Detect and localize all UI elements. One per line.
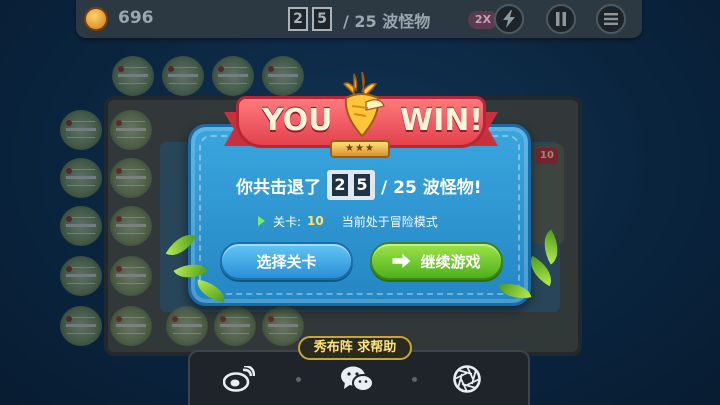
- you-label: YOU: [262, 103, 333, 138]
- lightning-icon[interactable]: [494, 4, 524, 34]
- mode-text: 当前处于冒险模式: [341, 214, 438, 229]
- weibo-icon[interactable]: [222, 364, 256, 394]
- separator-dot: [296, 377, 301, 382]
- wechat-icon[interactable]: [340, 364, 374, 394]
- level-info: 关卡: 10 当前处于冒险模式: [258, 212, 438, 230]
- separator-dot: [412, 377, 417, 382]
- level-label: 关卡:: [273, 214, 302, 229]
- wave-digit: 2: [288, 7, 308, 31]
- carrot-coin-icon: [84, 7, 108, 31]
- camera-aperture-icon[interactable]: [450, 364, 484, 394]
- wave-total: / 25 波怪物: [343, 12, 431, 31]
- defeated-digit: 2: [330, 172, 350, 198]
- share-title: 秀布阵 求帮助: [298, 336, 412, 360]
- defeated-suffix: / 25 波怪物!: [381, 177, 482, 198]
- select-level-label: 选择关卡: [256, 252, 317, 271]
- arrow-right-icon: [392, 254, 411, 268]
- win-label: WIN!: [400, 103, 484, 138]
- select-level-button[interactable]: 选择关卡: [220, 242, 353, 280]
- menu-icon[interactable]: [596, 4, 626, 34]
- defeated-counter: 2 5: [327, 170, 375, 200]
- defeated-summary: 你共击退了 2 5 / 25 波怪物!: [236, 170, 516, 200]
- continue-game-button[interactable]: 继续游戏: [370, 242, 503, 280]
- continue-game-label: 继续游戏: [420, 252, 481, 271]
- golden-carrot-trophy-icon: [342, 72, 385, 138]
- play-arrow-icon: [258, 216, 265, 226]
- star-rating: ★★★: [330, 140, 390, 158]
- defeated-digit: 5: [352, 172, 372, 198]
- defeated-prefix: 你共击退了: [236, 177, 321, 198]
- coin-count: 696: [118, 8, 154, 28]
- pause-icon[interactable]: [546, 4, 576, 34]
- wave-digit: 5: [312, 7, 332, 31]
- level-value: 10: [307, 214, 324, 228]
